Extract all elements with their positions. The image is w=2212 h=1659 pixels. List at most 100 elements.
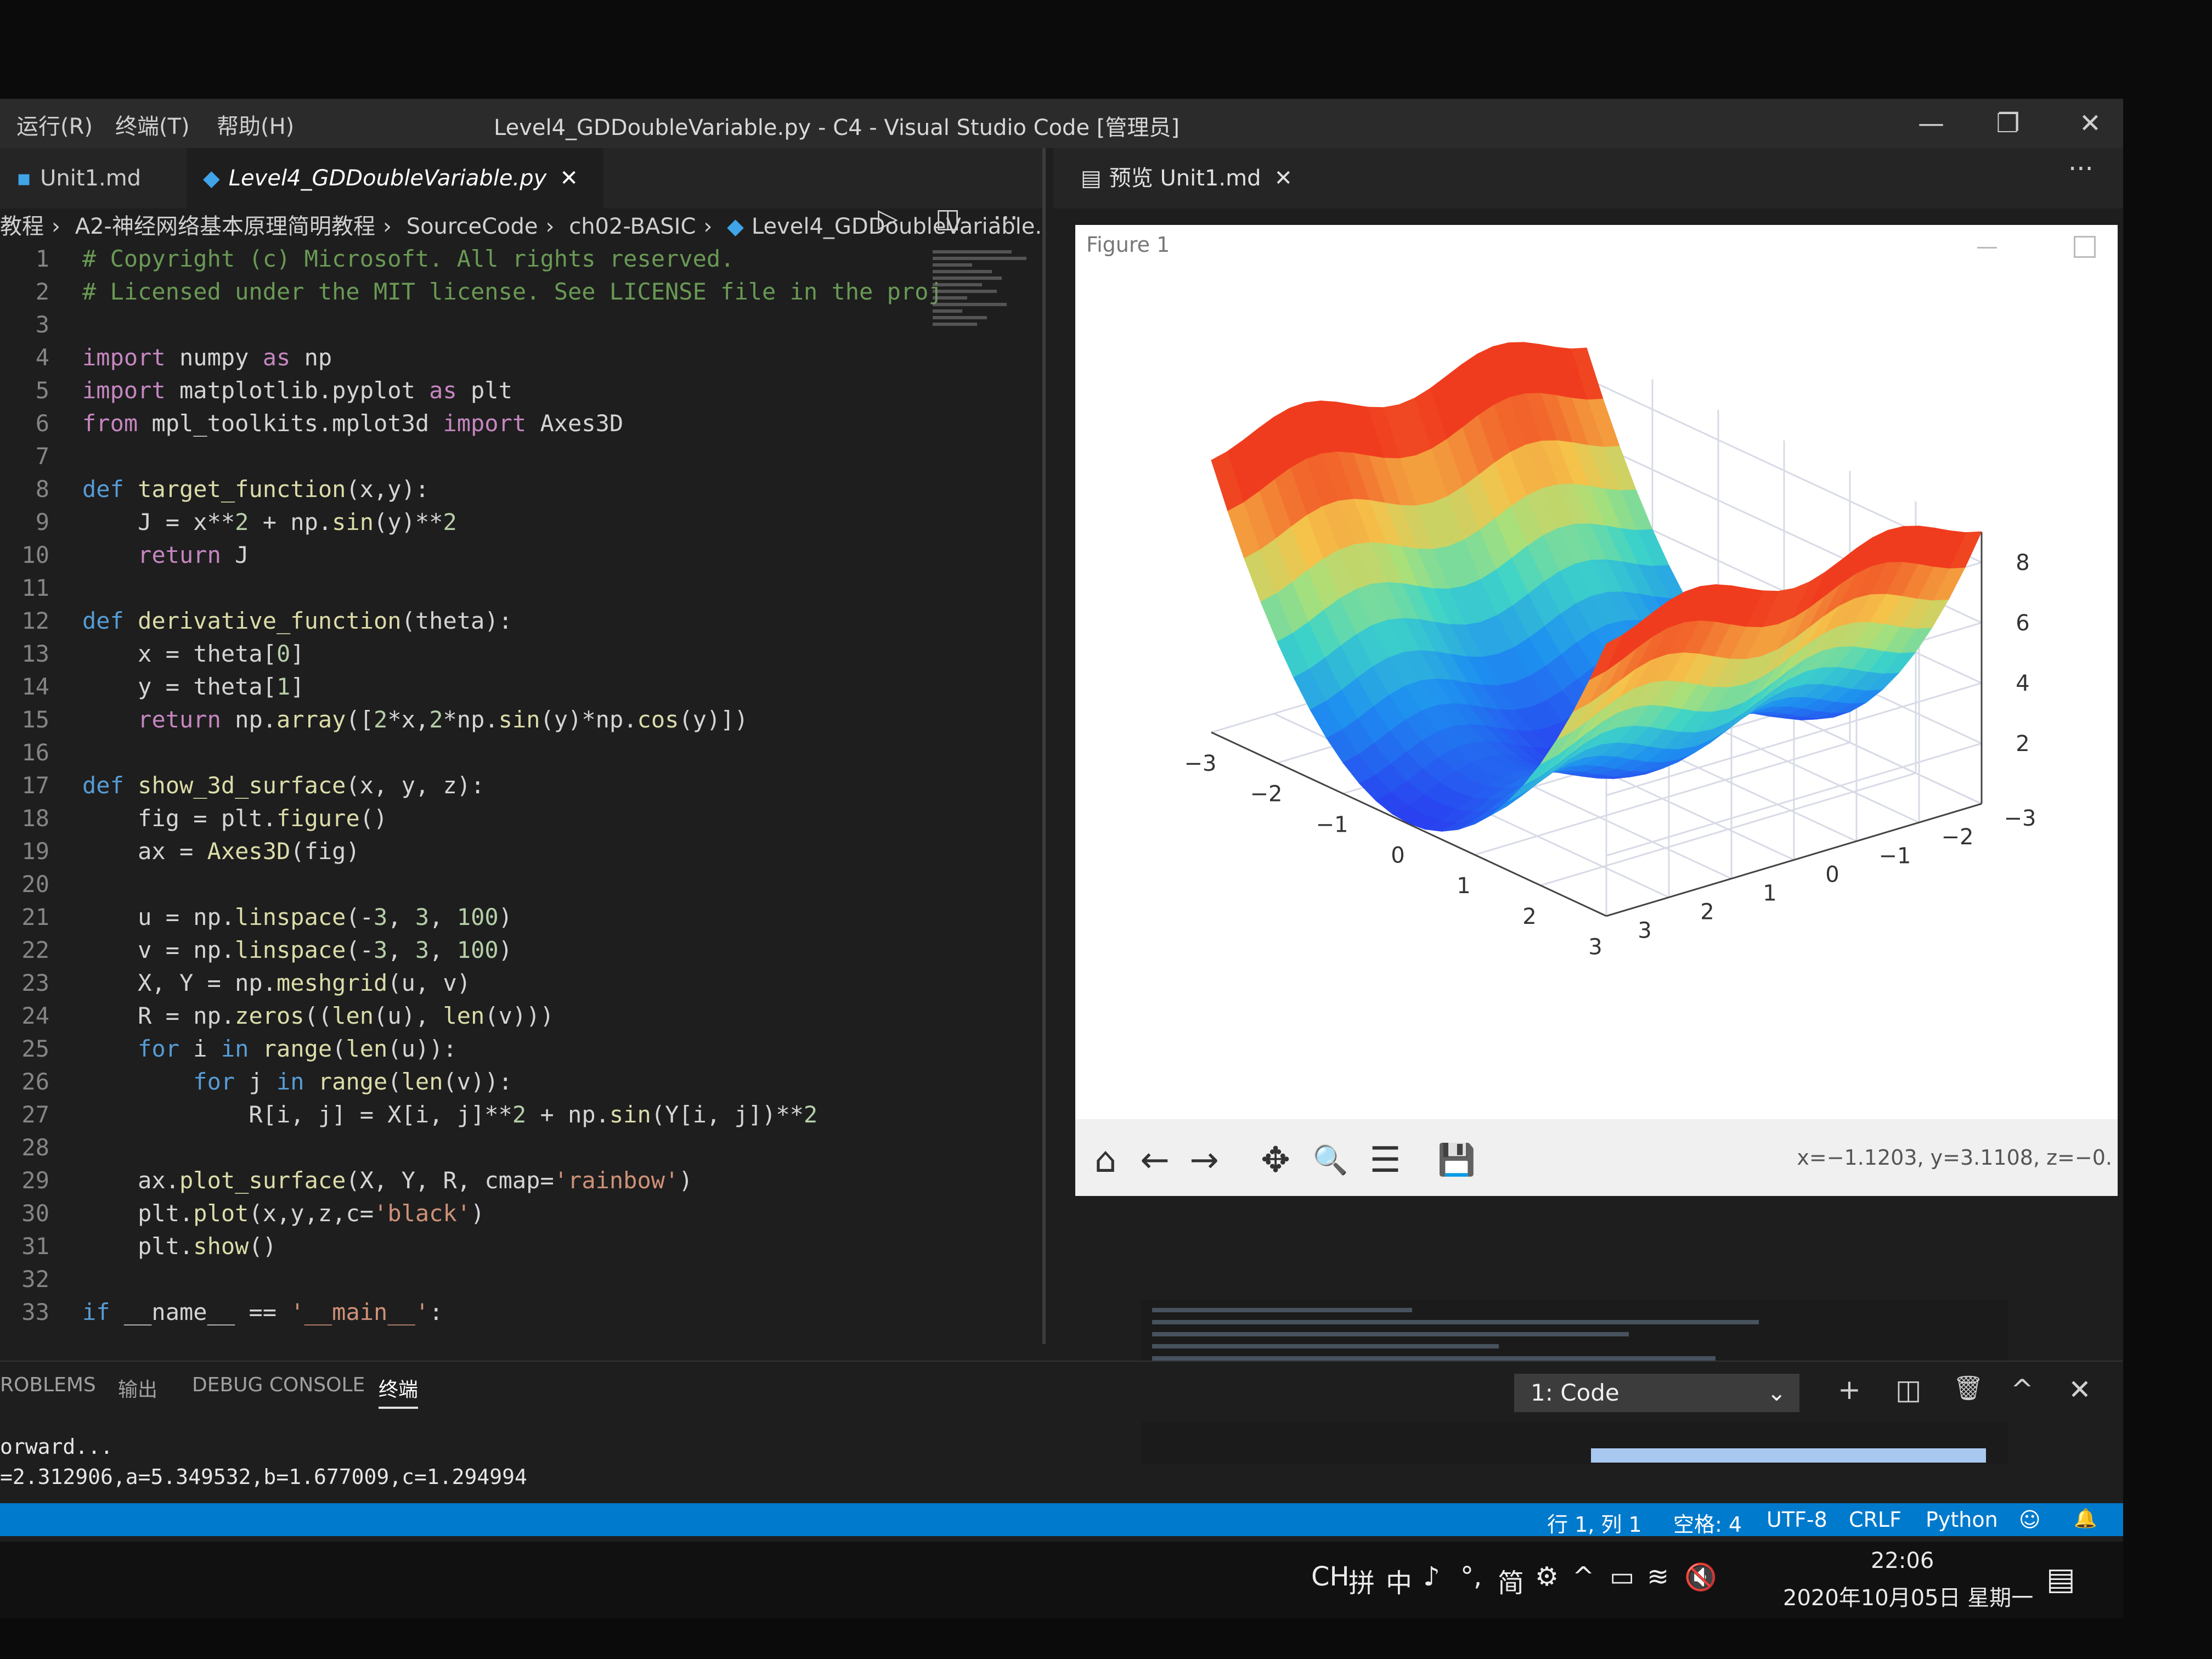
menu-help[interactable]: 帮助(H)	[217, 109, 294, 140]
line-number: 5	[35, 377, 49, 404]
tray-icon[interactable]: ♪	[1423, 1561, 1440, 1592]
z-tick-label: 8	[2016, 550, 2029, 575]
tab-unit1-md[interactable]: ▪ Unit1.md	[0, 148, 198, 208]
clock-time[interactable]: 22:06	[1871, 1548, 1934, 1573]
zoom-icon[interactable]: 🔍	[1306, 1136, 1355, 1185]
tray-icon[interactable]: °,	[1460, 1561, 1482, 1592]
windows-taskbar: CH 拼中 ♪ °, 简 ⚙ ^ ▭ ≋ 🔇 22:06 2020年10月05日 星期一 ▤	[0, 1542, 2123, 1618]
minimize-button[interactable]: —	[1909, 104, 1953, 143]
tab-output[interactable]: 输出	[118, 1374, 157, 1402]
clock-date[interactable]: 2020年10月05日 星期一	[1783, 1580, 2033, 1612]
title-bar: 运行(R) 终端(T) 帮助(H) Level4_GDDoubleVariabl…	[0, 99, 2123, 148]
tab-label: 预览 Unit1.md	[1109, 166, 1261, 191]
line-ending[interactable]: CRLF	[1849, 1508, 1901, 1532]
code-line: 4 import numpy as np	[0, 341, 1042, 374]
close-panel-icon[interactable]: ✕	[2068, 1374, 2091, 1406]
tab-level4-py[interactable]: ◆ Level4_GDDoubleVariable.py ✕	[187, 148, 603, 208]
code-line: 12 def derivative_function(theta):	[0, 605, 1042, 637]
pan-icon[interactable]: ✥	[1251, 1136, 1300, 1185]
python-file-icon: ◆	[203, 166, 220, 191]
tray-icon[interactable]: ^	[1572, 1561, 1594, 1592]
trash-icon[interactable]: 🗑	[1953, 1374, 1984, 1402]
editor-group-divider[interactable]	[1042, 148, 1046, 1344]
tab-debug-console[interactable]: DEBUG CONSOLE	[192, 1374, 365, 1396]
tab-terminal[interactable]: 终端	[379, 1374, 419, 1409]
breadcrumb-item[interactable]: SourceCode	[407, 214, 538, 239]
tray-icon[interactable]: 中	[1386, 1561, 1412, 1600]
tray-icon[interactable]: 拼	[1348, 1561, 1375, 1600]
tray-icon[interactable]: ≋	[1647, 1561, 1669, 1592]
new-terminal-icon[interactable]: +	[1838, 1374, 1861, 1406]
forward-icon[interactable]: →	[1180, 1136, 1229, 1185]
restore-button[interactable]: ❐	[1986, 104, 2030, 143]
terminal-line: orward...	[0, 1435, 113, 1459]
indentation[interactable]: 空格: 4	[1673, 1508, 1742, 1538]
code-editor[interactable]: 1 # Copyright (c) Microsoft. All rights r…	[0, 242, 1042, 1331]
code-text: y = theta[1]	[82, 673, 304, 700]
code-line: 9 J = x**2 + np.sin(y)**2	[0, 506, 1042, 539]
code-line: 31 plt.show()	[0, 1230, 1042, 1263]
code-line: 13 x = theta[0]	[0, 637, 1042, 670]
breadcrumb-item[interactable]: A2-神经网络基本原理简明教程	[75, 214, 375, 239]
x-tick-label: −3	[1184, 751, 1217, 776]
close-tab-icon[interactable]: ✕	[560, 166, 578, 191]
code-line: 11	[0, 572, 1042, 605]
code-text: if __name__ == '__main__':	[82, 1299, 443, 1325]
figure-toolbar: ⌂ ← → ✥ 🔍 ☰ 💾 x=−1.1203, y=3.1108, z=−0.	[1075, 1119, 2118, 1196]
menu-run[interactable]: 运行(R)	[16, 109, 93, 140]
tray-icon[interactable]: CH	[1311, 1561, 1350, 1592]
tray-icon[interactable]: 🔇	[1684, 1561, 1717, 1593]
bell-icon[interactable]: 🔔	[2074, 1508, 2097, 1530]
code-text: def show_3d_surface(x, y, z):	[82, 772, 485, 799]
line-number: 20	[21, 871, 49, 898]
figure-minimize-button[interactable]	[1977, 247, 1997, 249]
x-tick-label: −2	[1250, 782, 1283, 807]
y-tick-label: −2	[1942, 825, 1974, 850]
line-number: 18	[21, 805, 49, 832]
breadcrumb-item[interactable]: Level4_GDDoubleVariable.py	[752, 214, 1042, 239]
language-mode[interactable]: Python	[1926, 1508, 1998, 1532]
line-number: 24	[21, 1002, 49, 1029]
home-icon[interactable]: ⌂	[1081, 1136, 1130, 1185]
notification-icon[interactable]: ▤	[2046, 1561, 2075, 1597]
tray-icon[interactable]: ⚙	[1535, 1561, 1559, 1592]
surface-plot[interactable]: −3 −2 −1 0 1 2 3 −3 −2 −1 0 1 2 3 2 4 6 8	[1075, 274, 2118, 1097]
python-file-icon: ◆	[727, 214, 744, 239]
code-text: fig = plt.figure()	[82, 805, 388, 832]
split-terminal-icon[interactable]: ◫	[1895, 1374, 1921, 1406]
menu-terminal[interactable]: 终端(T)	[115, 109, 190, 140]
code-text: plt.show()	[82, 1233, 277, 1260]
code-line: 18 fig = plt.figure()	[0, 802, 1042, 835]
save-icon[interactable]: 💾	[1432, 1136, 1481, 1185]
feedback-icon[interactable]: ☺	[2019, 1508, 2041, 1532]
close-window-button[interactable]: ✕	[2068, 104, 2112, 143]
tab-preview-unit1[interactable]: ▤ 预览 Unit1.md ✕	[1064, 148, 1309, 208]
close-tab-icon[interactable]: ✕	[1274, 166, 1293, 191]
maximize-panel-icon[interactable]: ^	[2011, 1374, 2034, 1406]
thumbnail-highlight	[1591, 1448, 1986, 1463]
minimap[interactable]	[933, 247, 1031, 510]
tray-icon[interactable]: 简	[1498, 1561, 1524, 1600]
figure-maximize-button[interactable]	[2074, 236, 2096, 258]
vscode-window: 运行(R) 终端(T) 帮助(H) Level4_GDDoubleVariabl…	[0, 99, 2123, 1553]
code-line: 21 u = np.linspace(-3, 3, 100)	[0, 901, 1042, 934]
line-number: 16	[21, 739, 49, 766]
terminal-select[interactable]: 1: Code ⌄	[1514, 1374, 1799, 1412]
breadcrumb-item[interactable]: ch02-BASIC	[569, 214, 696, 239]
code-text: # Copyright (c) Microsoft. All rights re…	[82, 245, 735, 272]
back-icon[interactable]: ←	[1130, 1136, 1180, 1185]
tab-problems[interactable]: ROBLEMS	[0, 1374, 96, 1396]
breadcrumb-item[interactable]: 教程	[0, 214, 44, 239]
cursor-position[interactable]: 行 1, 列 1	[1547, 1508, 1642, 1538]
tray-icon[interactable]: ▭	[1610, 1561, 1634, 1592]
line-number: 22	[21, 936, 49, 963]
breadcrumb: 教程 › A2-神经网络基本原理简明教程 › SourceCode › ch02-BA…	[0, 208, 1042, 241]
more-actions-icon[interactable]: ···	[2068, 154, 2094, 184]
configure-icon[interactable]: ☰	[1361, 1136, 1410, 1185]
code-line: 3	[0, 308, 1042, 341]
encoding[interactable]: UTF-8	[1767, 1508, 1827, 1532]
terminal-select-value: 1: Code	[1531, 1379, 1620, 1406]
line-number: 1	[35, 245, 49, 272]
z-tick-label: 6	[2016, 611, 2029, 636]
z-tick-label: 2	[2016, 731, 2029, 757]
